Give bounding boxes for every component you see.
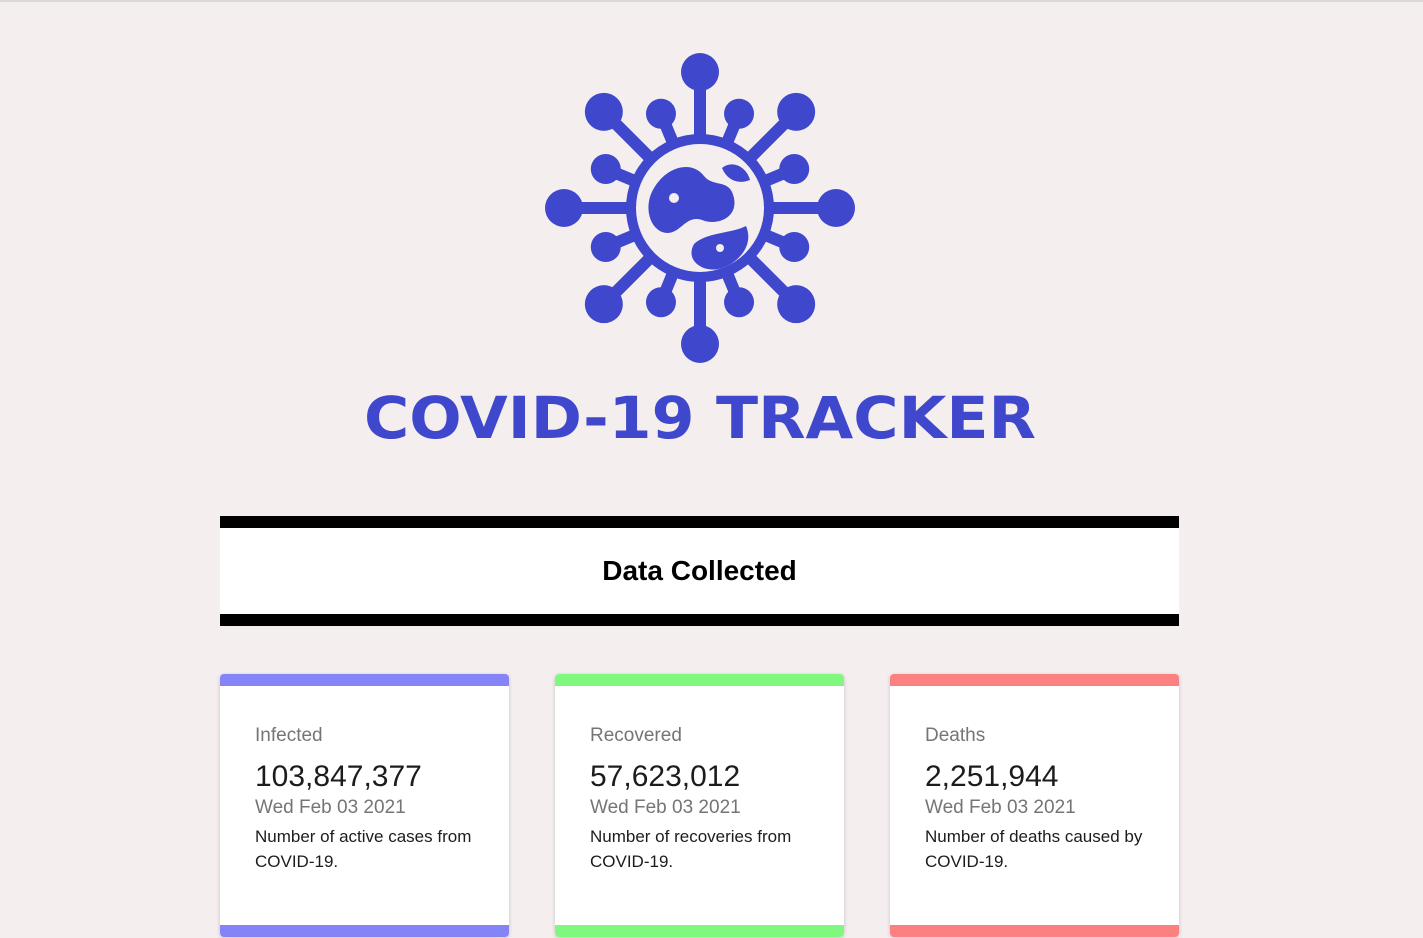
- logo-text: COVID-19 TRACKER: [364, 384, 1036, 448]
- card-accent-top: [220, 674, 509, 686]
- infected-card: Infected 103,847,377 Wed Feb 03 2021 Num…: [220, 674, 509, 937]
- card-date: Wed Feb 03 2021: [590, 797, 741, 818]
- data-collected-header: Data Collected: [220, 516, 1179, 626]
- card-accent-bottom: [220, 925, 509, 937]
- recovered-card: Recovered 57,623,012 Wed Feb 03 2021 Num…: [555, 674, 844, 937]
- card-description: Number of active cases from COVID-19.: [255, 827, 472, 871]
- card-label: Deaths: [925, 725, 986, 746]
- card-value: 57,623,012: [590, 760, 741, 793]
- card-description: Number of deaths caused by COVID-19.: [925, 827, 1143, 871]
- card-date: Wed Feb 03 2021: [255, 797, 406, 818]
- card-value: 2,251,944: [925, 760, 1059, 793]
- virus-globe-icon: COVID-19 TRACKER: [364, 53, 1036, 448]
- card-value: 103,847,377: [255, 760, 422, 793]
- card-accent-bottom: [555, 925, 844, 937]
- section-title: Data Collected: [602, 555, 797, 586]
- card-label: Recovered: [590, 725, 682, 746]
- card-accent-bottom: [890, 925, 1179, 937]
- card-description: Number of recoveries from COVID-19.: [590, 827, 792, 871]
- card-accent-top: [890, 674, 1179, 686]
- app-logo: COVID-19 TRACKER: [362, 48, 1038, 448]
- card-label: Infected: [255, 725, 323, 746]
- deaths-card: Deaths 2,251,944 Wed Feb 03 2021 Number …: [890, 674, 1179, 937]
- card-date: Wed Feb 03 2021: [925, 797, 1076, 818]
- card-accent-top: [555, 674, 844, 686]
